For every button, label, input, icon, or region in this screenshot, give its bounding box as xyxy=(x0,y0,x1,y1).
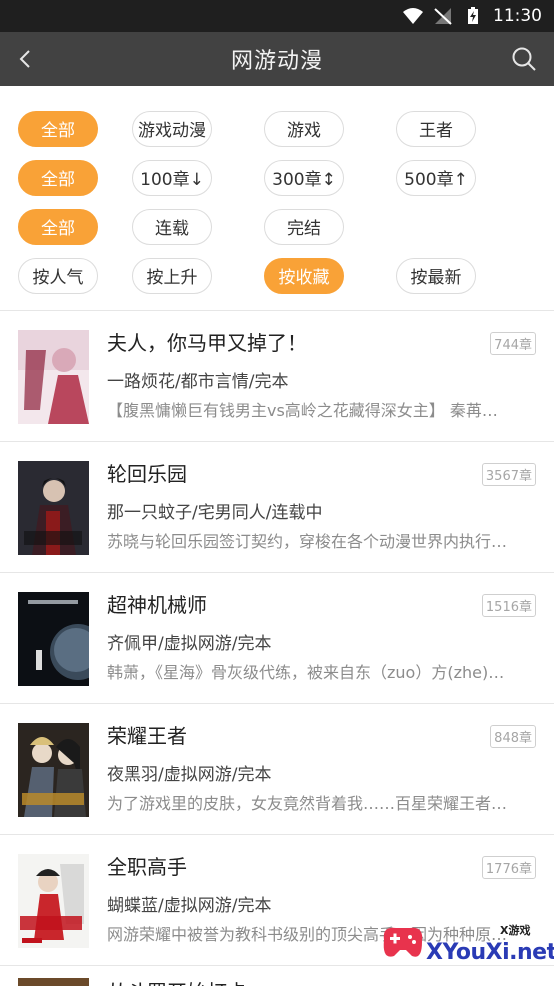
battery-icon xyxy=(468,7,478,24)
sort-newest[interactable]: 按最新 xyxy=(396,257,476,294)
filter-status-finished[interactable]: 完结 xyxy=(264,208,344,245)
sort-favorites[interactable]: 按收藏 xyxy=(264,257,344,294)
book-title: 超神机械师 xyxy=(107,593,207,617)
book-title: 夫人，你马甲又掉了！ xyxy=(107,331,307,355)
filter-category-game[interactable]: 游戏 xyxy=(264,110,344,147)
clock: 11:30 xyxy=(493,6,542,26)
sort-rising[interactable]: 按上升 xyxy=(132,257,212,294)
book-list-item[interactable]: 超神机械师 齐佩甲/虚拟网游/完本 韩萧，《星海》骨灰级代练，被来自东（zuo）… xyxy=(0,573,554,704)
filter-category-all[interactable]: 全部 xyxy=(18,110,98,147)
book-meta: 一路烦花/都市言情/完本 xyxy=(107,372,289,392)
chapter-count-badge: 3567章 xyxy=(481,463,536,486)
book-title: 从斗罗开始打卡 xyxy=(107,976,247,986)
book-list-item[interactable]: 轮回乐园 那一只蚊子/宅男同人/连载中 苏晓与轮回乐园签订契约，穿梭在各个动漫世… xyxy=(0,442,554,573)
filter-length-100[interactable]: 100章↓ xyxy=(132,159,212,196)
wifi-icon xyxy=(403,8,423,24)
chapter-count-badge: 1776章 xyxy=(481,856,536,879)
watermark-text: XYouXi.net xyxy=(426,940,554,965)
back-arrow-icon[interactable] xyxy=(14,46,40,72)
book-list: 夫人，你马甲又掉了！ 一路烦花/都市言情/完本 【腹黑慵懒巨有钱男主vs高岭之花… xyxy=(0,311,554,966)
no-signal-icon xyxy=(434,8,452,25)
filter-row-status: 全部 连载 完结 xyxy=(0,202,554,251)
watermark-small-text: X游戏 xyxy=(500,924,531,937)
book-meta: 那一只蚊子/宅男同人/连载中 xyxy=(107,503,323,523)
chapter-count-badge: 848章 xyxy=(490,725,536,748)
filter-row-sort: 按人气 按上升 按收藏 按最新 xyxy=(0,251,554,300)
book-meta: 齐佩甲/虚拟网游/完本 xyxy=(107,634,272,654)
status-bar: 11:30 xyxy=(0,0,554,32)
site-watermark: X游戏 XYouXi.net xyxy=(378,920,554,976)
filter-panel: 全部 游戏动漫 游戏 王者 全部 100章↓ 300章↕ 500章↑ 全部 连载… xyxy=(0,86,554,311)
book-meta: 蝴蝶蓝/虚拟网游/完本 xyxy=(107,896,272,916)
filter-row-category: 全部 游戏动漫 游戏 王者 xyxy=(0,104,554,153)
book-title: 全职高手 xyxy=(107,855,187,879)
book-title: 荣耀王者 xyxy=(107,724,187,748)
book-description: 韩萧，《星海》骨灰级代练，被来自东（zuo）方(zhe)… xyxy=(107,663,505,682)
filter-category-game-anime[interactable]: 游戏动漫 xyxy=(132,110,212,147)
filter-status-ongoing[interactable]: 连载 xyxy=(132,208,212,245)
chapter-count-badge: 1516章 xyxy=(481,594,536,617)
filter-row-length: 全部 100章↓ 300章↕ 500章↑ xyxy=(0,153,554,202)
filter-length-500[interactable]: 500章↑ xyxy=(396,159,476,196)
filter-status-all[interactable]: 全部 xyxy=(18,208,98,245)
book-cover xyxy=(18,978,89,986)
filter-length-300[interactable]: 300章↕ xyxy=(264,159,344,196)
book-description: 苏晓与轮回乐园签订契约，穿梭在各个动漫世界内执行… xyxy=(107,532,508,551)
search-icon[interactable] xyxy=(510,45,538,73)
book-meta: 夜黑羽/虚拟网游/完本 xyxy=(107,765,272,785)
app-bar: 网游动漫 xyxy=(0,32,554,86)
book-title: 轮回乐园 xyxy=(107,462,187,486)
book-description: 【腹黑慵懒巨有钱男主vs高岭之花藏得深女主】 秦苒… xyxy=(107,401,498,420)
page-title: 网游动漫 xyxy=(230,49,323,74)
book-cover xyxy=(18,854,89,948)
book-cover xyxy=(18,330,89,424)
filter-length-all[interactable]: 全部 xyxy=(18,159,98,196)
book-cover xyxy=(18,461,89,555)
chapter-count-badge: 744章 xyxy=(490,332,536,355)
book-description: 为了游戏里的皮肤，女友竟然背着我……百星荣耀王者… xyxy=(107,794,508,813)
book-list-item[interactable]: 夫人，你马甲又掉了！ 一路烦花/都市言情/完本 【腹黑慵懒巨有钱男主vs高岭之花… xyxy=(0,311,554,442)
book-cover xyxy=(18,592,89,686)
gamepad-logo-icon xyxy=(383,927,423,957)
book-list-item[interactable]: 荣耀王者 夜黑羽/虚拟网游/完本 为了游戏里的皮肤，女友竟然背着我……百星荣耀王… xyxy=(0,704,554,835)
sort-popularity[interactable]: 按人气 xyxy=(18,257,98,294)
book-cover xyxy=(18,723,89,817)
filter-category-king[interactable]: 王者 xyxy=(396,110,476,147)
